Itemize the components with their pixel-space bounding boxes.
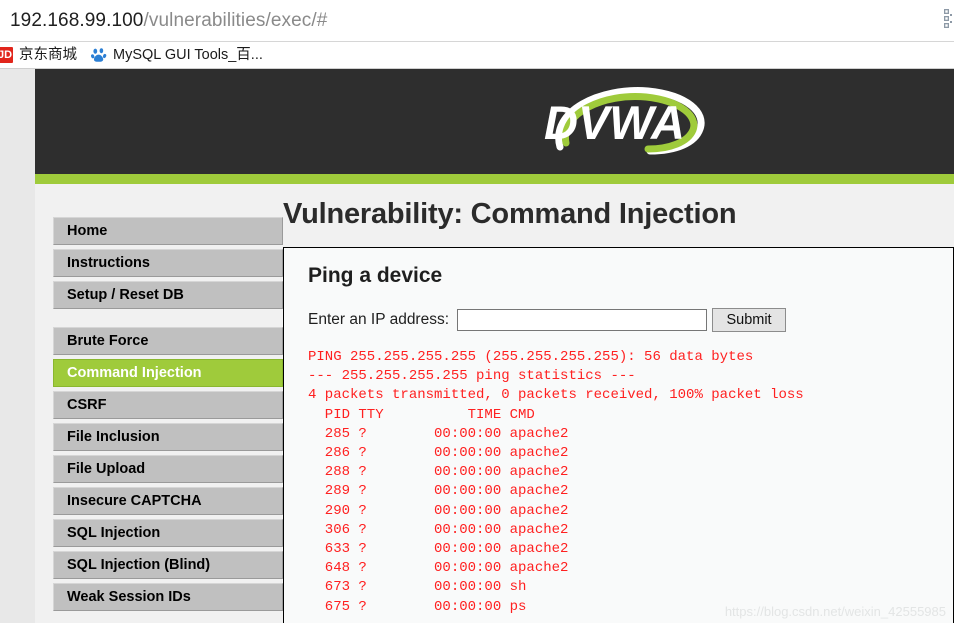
url-host: 192.168.99.100: [10, 9, 144, 31]
accent-stripe: [35, 174, 954, 184]
address-bar[interactable]: 192.168.99.100/vulnerabilities/exec/#: [0, 0, 954, 42]
sidebar-item-setup-reset-db[interactable]: Setup / Reset DB: [53, 281, 283, 309]
sidebar-item-sql-injection[interactable]: SQL Injection: [53, 519, 283, 547]
bookmark-label: MySQL GUI Tools_百...: [113, 47, 263, 63]
command-output: PING 255.255.255.255 (255.255.255.255): …: [308, 349, 804, 615]
content-area: Vulnerability: Command Injection Ping a …: [283, 184, 954, 623]
sidebar-item-sql-injection-blind[interactable]: SQL Injection (Blind): [53, 551, 283, 579]
panel-heading: Ping a device: [308, 264, 443, 287]
dvwa-page: DVWA Home Instructions Setup / Reset DB …: [35, 69, 954, 623]
sidebar-item-file-inclusion[interactable]: File Inclusion: [53, 423, 283, 451]
dvwa-logo: DVWA: [530, 77, 720, 167]
url-path: /vulnerabilities/exec/#: [143, 9, 328, 31]
sidebar-item-command-injection[interactable]: Command Injection: [53, 359, 283, 387]
ping-form: Enter an IP address: Submit: [308, 308, 953, 332]
main-area: Home Instructions Setup / Reset DB Brute…: [35, 184, 954, 623]
page-title: Vulnerability: Command Injection: [283, 198, 737, 230]
svg-text:DVWA: DVWA: [544, 96, 685, 149]
sidebar: Home Instructions Setup / Reset DB Brute…: [35, 184, 283, 623]
submit-button[interactable]: Submit: [712, 308, 787, 332]
sidebar-group-vulnerabilities: Brute Force Command Injection CSRF File …: [53, 327, 283, 611]
sidebar-item-home[interactable]: Home: [53, 217, 283, 245]
sidebar-item-weak-session-ids[interactable]: Weak Session IDs: [53, 583, 283, 611]
sidebar-item-instructions[interactable]: Instructions: [53, 249, 283, 277]
site-header: DVWA: [35, 69, 954, 174]
bookmarks-bar: JD 京东商城 MySQL GUI Tools_百...: [0, 42, 954, 69]
ip-address-input[interactable]: [457, 309, 708, 331]
sidebar-item-insecure-captcha[interactable]: Insecure CAPTCHA: [53, 487, 283, 515]
sidebar-item-file-upload[interactable]: File Upload: [53, 455, 283, 483]
ip-address-label: Enter an IP address:: [308, 311, 450, 328]
browser-chrome: 192.168.99.100/vulnerabilities/exec/# JD…: [0, 0, 954, 69]
baidu-paw-icon: [91, 47, 107, 63]
sidebar-item-csrf[interactable]: CSRF: [53, 391, 283, 419]
qr-code-icon[interactable]: [936, 8, 952, 30]
sidebar-group-general: Home Instructions Setup / Reset DB: [53, 217, 283, 309]
sidebar-item-brute-force[interactable]: Brute Force: [53, 327, 283, 355]
ping-a-device-panel: Ping a device Enter an IP address: Submi…: [283, 247, 954, 623]
page-viewport: DVWA Home Instructions Setup / Reset DB …: [0, 69, 954, 623]
jd-logo-icon: JD: [0, 47, 13, 63]
bookmark-jd[interactable]: JD 京东商城: [0, 42, 85, 68]
bookmark-mysql-gui-tools[interactable]: MySQL GUI Tools_百...: [91, 42, 271, 68]
bookmark-label: 京东商城: [19, 47, 77, 63]
url-text[interactable]: 192.168.99.100/vulnerabilities/exec/#: [0, 10, 327, 32]
